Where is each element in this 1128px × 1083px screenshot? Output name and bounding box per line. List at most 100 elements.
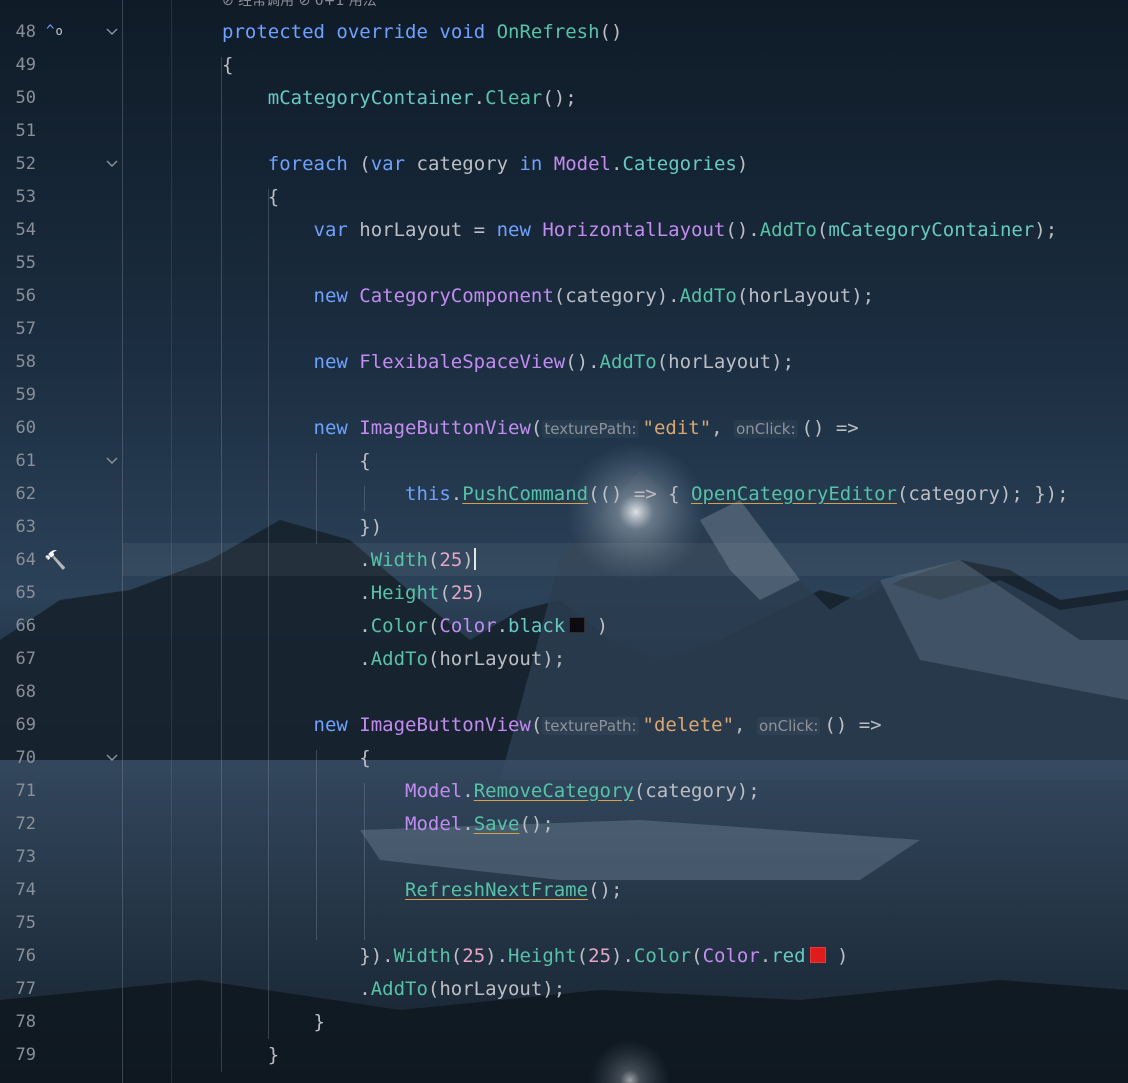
parameter-hint[interactable]: onClick:	[734, 420, 798, 438]
code-line[interactable]: .AddTo(horLayout);	[222, 643, 565, 676]
method-link[interactable]: RefreshNextFrame	[405, 879, 588, 901]
code-text: (category); });	[896, 483, 1069, 505]
code-text: {	[222, 186, 280, 208]
code-line[interactable]: }	[222, 1039, 279, 1072]
code-editor[interactable]: ⊘ 经常调用 ⊘ 0+1 用法 protected override void …	[0, 0, 1128, 1083]
code-text: (horLayout);	[656, 351, 795, 373]
code-line[interactable]: {	[222, 181, 279, 214]
color-swatch-black[interactable]	[569, 617, 586, 633]
code-line[interactable]: {	[222, 49, 233, 82]
method-link[interactable]: RemoveCategory	[474, 780, 634, 802]
code-line[interactable]: new ImageButtonView(texturePath: "edit", …	[222, 412, 859, 445]
method-link[interactable]: Save	[474, 813, 520, 835]
code-text: (	[427, 615, 440, 637]
code-line[interactable]: {	[222, 445, 370, 478]
usage-hint[interactable]: ⊘ 经常调用 ⊘ 0+1 用法	[222, 0, 377, 10]
method-name: Width	[370, 549, 428, 571]
code-text: .	[222, 582, 371, 604]
code-text: ();	[519, 813, 554, 835]
type-name: Color	[702, 945, 760, 967]
code-text: ().	[565, 351, 600, 373]
code-line[interactable]: this.PushCommand(() => { OpenCategoryEdi…	[222, 478, 1069, 511]
indent-guide	[364, 783, 365, 940]
code-line[interactable]: var horLayout = new HorizontalLayout().A…	[222, 214, 1058, 247]
code-line[interactable]: {	[222, 742, 371, 775]
code-text: ).	[485, 945, 509, 967]
code-text: (() => {	[588, 483, 692, 505]
parameter-hint[interactable]: onClick:	[756, 717, 821, 735]
code-text: .	[759, 945, 772, 967]
type-name: FlexibaleSpaceView	[359, 351, 566, 373]
code-text: .	[462, 813, 474, 835]
code-line[interactable]: })	[222, 511, 382, 544]
code-text: horLayout =	[347, 219, 497, 241]
code-text: })	[222, 516, 383, 538]
code-line[interactable]: }).Width(25).Height(25).Color(Color.red …	[222, 940, 848, 973]
code-text: {	[222, 54, 234, 76]
identifier: mCategoryContainer	[267, 87, 474, 109]
code-line[interactable]: foreach (var category in Model.Categorie…	[222, 148, 749, 181]
number-literal: 25	[439, 549, 463, 571]
code-text: () =>	[824, 714, 882, 736]
code-line[interactable]: new FlexibaleSpaceView().AddTo(horLayout…	[222, 346, 795, 379]
code-text: .	[222, 648, 371, 670]
method-link[interactable]: PushCommand	[462, 483, 588, 505]
code-line[interactable]: .Height(25)	[222, 577, 485, 610]
keyword: new	[313, 417, 348, 439]
code-text: (horLayout);	[427, 648, 566, 670]
code-line[interactable]: Model.Save();	[222, 808, 554, 841]
type-name: Model	[553, 153, 611, 175]
keyword: protected	[222, 21, 325, 43]
code-text: (horLayout);	[427, 978, 566, 1000]
indent-guide	[364, 486, 365, 511]
code-line[interactable]: new CategoryComponent(category).AddTo(ho…	[222, 280, 875, 313]
code-line[interactable]: Model.RemoveCategory(category);	[222, 775, 760, 808]
code-text: }	[222, 1011, 325, 1033]
keyword: new	[313, 714, 348, 736]
string-literal: "edit"	[642, 417, 712, 439]
code-text: category	[405, 153, 520, 175]
code-line[interactable]: new ImageButtonView(texturePath: "delete"…	[222, 709, 882, 742]
code-text: (	[530, 714, 543, 736]
keyword: void	[439, 21, 486, 43]
code-text: )	[473, 582, 486, 604]
code-text: (	[439, 582, 451, 604]
code-text: {	[222, 747, 371, 769]
code-text: ();	[542, 87, 577, 109]
code-line[interactable]: mCategoryContainer.Clear();	[222, 82, 577, 115]
method-link[interactable]: OpenCategoryEditor	[691, 483, 897, 505]
identifier: red	[771, 945, 806, 967]
method-name: Width	[393, 945, 451, 967]
code-line[interactable]: RefreshNextFrame();	[222, 874, 622, 907]
string-literal: "delete"	[642, 714, 735, 736]
code-text: )	[585, 615, 609, 637]
number-literal: 25	[450, 582, 474, 604]
code-text: .	[473, 87, 486, 109]
code-line[interactable]: .Color(Color.black )	[222, 610, 608, 643]
parameter-hint[interactable]: texturePath:	[542, 717, 639, 735]
color-swatch-red[interactable]	[809, 947, 826, 963]
code-line[interactable]: .AddTo(horLayout);	[222, 973, 565, 1006]
indent-guide	[316, 750, 317, 940]
parameter-hint[interactable]: texturePath:	[542, 420, 639, 438]
code-line[interactable]: .Width(25)	[222, 544, 476, 577]
code-text: )	[736, 153, 749, 175]
method-name: Color	[633, 945, 692, 967]
code-line[interactable]: }	[222, 1006, 325, 1039]
keyword: override	[336, 21, 428, 43]
indent-guide	[316, 453, 317, 544]
number-literal: 25	[588, 945, 612, 967]
code-line[interactable]: protected override void OnRefresh()	[222, 16, 622, 49]
